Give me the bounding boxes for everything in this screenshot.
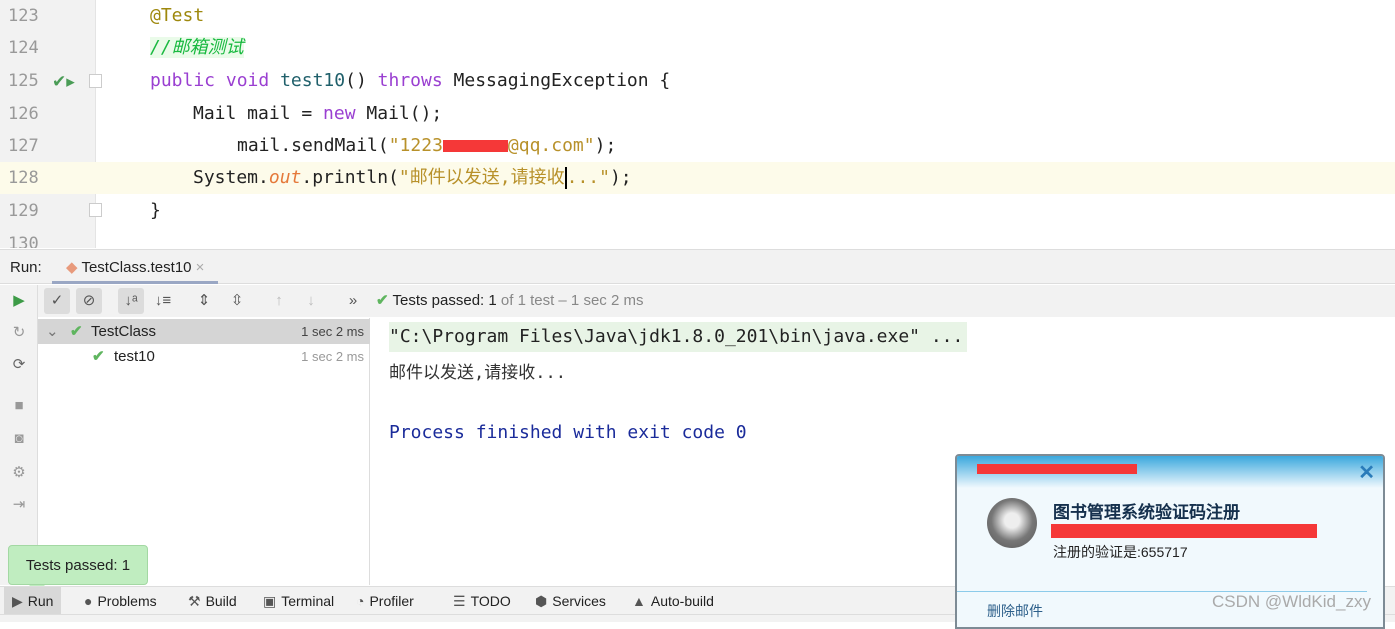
tab-services[interactable]: ⬢ Services xyxy=(527,587,614,615)
check-icon: ✔ xyxy=(376,292,389,309)
check-icon: ✔ xyxy=(70,323,83,340)
mail-subject: 图书管理系统验证码注册 xyxy=(1053,503,1240,522)
run-tab[interactable]: ◆ TestClass.test10 × xyxy=(52,250,219,284)
fold-icon[interactable] xyxy=(89,203,102,217)
code-line[interactable]: 127 mail.sendMail("1223 @qq.com"); xyxy=(0,130,1395,162)
redaction xyxy=(977,464,1137,474)
settings-icon[interactable]: ⚙ xyxy=(9,463,29,483)
close-icon[interactable]: ✕ xyxy=(1358,460,1375,485)
code-line[interactable]: 129} xyxy=(0,195,1395,227)
run-test-icon[interactable]: ✔▸ xyxy=(52,72,75,92)
list-icon: ☰ xyxy=(453,593,466,609)
collapse-all-icon[interactable]: ⇳ xyxy=(224,288,250,314)
test-toolbar: ✓ ⊘ ↓ᵃ ↓≡ ⇕ ⇳ ↑ ↓ » xyxy=(38,285,1395,317)
tab-profiler[interactable]: ◔ Profiler xyxy=(348,587,422,615)
prev-icon[interactable]: ↑ xyxy=(266,288,292,314)
code-line[interactable]: 130 xyxy=(0,228,1395,248)
tree-item-testclass[interactable]: ⌄ ✔ TestClass 1 sec 2 ms xyxy=(38,319,370,344)
sort-duration-icon[interactable]: ↓≡ xyxy=(150,288,176,314)
tests-passed-tooltip: Tests passed: 1 xyxy=(8,545,148,593)
warning-icon: ▲ xyxy=(632,593,646,609)
chevron-down-icon[interactable]: ⌄ xyxy=(46,319,59,344)
tree-item-test10[interactable]: ✔ test10 1 sec 2 ms xyxy=(38,344,370,369)
tab-run[interactable]: ▶ Run xyxy=(4,587,62,615)
close-icon[interactable]: × xyxy=(196,259,205,276)
expand-all-icon[interactable]: ⇕ xyxy=(191,288,217,314)
tab-problems[interactable]: ● Problems xyxy=(76,587,165,615)
play-icon: ▶ xyxy=(12,593,23,609)
code-line[interactable]: 126 Mail mail = new Mail(); xyxy=(0,98,1395,130)
mail-body: 注册的验证是:655717 xyxy=(1053,544,1188,560)
check-icon: ✔ xyxy=(92,348,105,365)
exit-icon[interactable]: ⇥ xyxy=(9,495,29,515)
code-line[interactable]: 123 @Test xyxy=(0,0,1395,32)
test-status: ✔ Tests passed: 1 of 1 test – 1 sec 2 ms xyxy=(376,292,644,309)
rerun-failed-icon[interactable]: ↻ xyxy=(9,323,29,343)
test-config-icon: ◆ xyxy=(66,259,78,276)
tab-auto-build[interactable]: ▲ Auto-build xyxy=(624,587,722,615)
redaction xyxy=(1051,524,1317,538)
terminal-icon: ▣ xyxy=(263,593,277,609)
problems-icon: ● xyxy=(84,593,93,609)
tab-terminal[interactable]: ▣ Terminal xyxy=(255,587,342,615)
hammer-icon: ⚒ xyxy=(188,593,201,609)
code-line[interactable]: 124//邮箱测试 xyxy=(0,32,1395,64)
sort-alpha-icon[interactable]: ↓ᵃ xyxy=(118,288,144,314)
code-line-current[interactable]: 128 System.out.println("邮件以发送,请接收 ..."); xyxy=(0,162,1395,194)
sender-avatar xyxy=(987,498,1037,548)
run-tool-header: Run: ◆ TestClass.test10 × xyxy=(0,249,1395,284)
stop-icon[interactable]: ■ xyxy=(9,397,29,417)
delete-mail-link[interactable]: 删除邮件 xyxy=(987,601,1043,621)
redaction xyxy=(442,140,508,152)
services-icon: ⬢ xyxy=(535,593,548,609)
camera-icon[interactable]: ◙ xyxy=(9,430,29,450)
rerun-icon[interactable]: ▶ xyxy=(9,291,29,311)
watermark: CSDN @WldKid_zxy xyxy=(1212,592,1371,611)
fold-icon[interactable] xyxy=(89,74,102,88)
code-line[interactable]: 125 public void test10() throws Messaging… xyxy=(0,65,1395,97)
show-passed-icon[interactable]: ✓ xyxy=(44,288,70,314)
profiler-icon: ◔ xyxy=(356,593,365,609)
more-icon[interactable]: » xyxy=(340,288,366,314)
toggle-auto-test-icon[interactable]: ⟳ xyxy=(9,355,29,375)
run-side-toolbar: ▶ ↻ ⟳ ■ ◙ ⚙ ⇥ xyxy=(0,285,38,585)
tab-build[interactable]: ⚒ Build xyxy=(180,587,245,615)
next-icon[interactable]: ↓ xyxy=(298,288,324,314)
show-ignored-icon[interactable]: ⊘ xyxy=(76,288,102,314)
notification-header xyxy=(957,456,1383,488)
code-editor[interactable]: 123 @Test 124//邮箱测试 125 public void test10… xyxy=(0,0,1395,248)
tab-todo[interactable]: ☰ TODO xyxy=(445,587,519,615)
